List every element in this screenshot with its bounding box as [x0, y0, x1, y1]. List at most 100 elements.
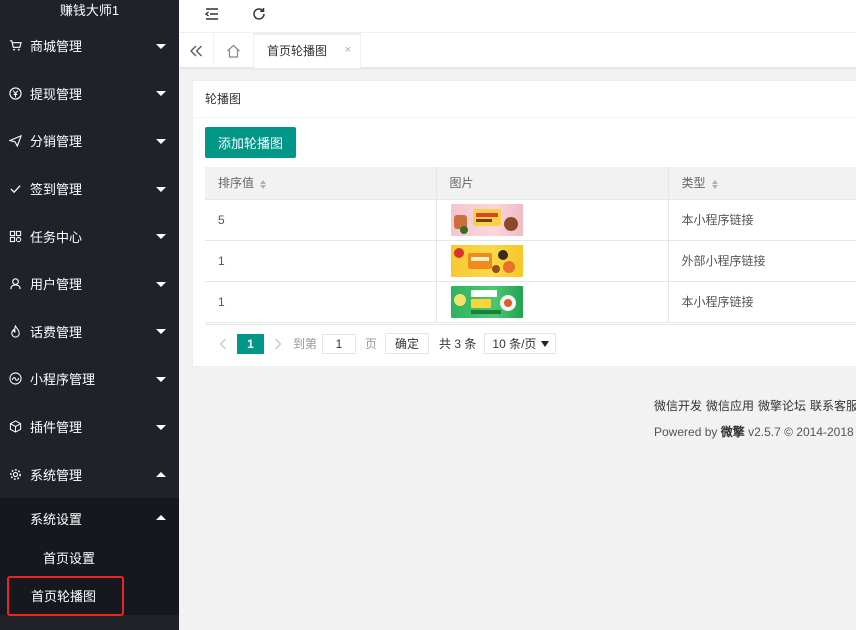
sort-cell: 1: [205, 281, 436, 323]
sidebar-item-tasks[interactable]: 任务中心: [0, 212, 179, 260]
goto-label: 到第: [293, 337, 318, 351]
cube-icon: [8, 420, 22, 434]
sidebar-item-label: 签到管理: [30, 182, 83, 198]
powered-prefix: Powered by: [654, 425, 718, 439]
chevron-down-icon: [156, 43, 166, 49]
sidebar-item-label: 首页轮播图: [31, 589, 97, 605]
table-row: 1 外部小程序链接: [205, 240, 856, 282]
tab-label: 首页轮播图: [267, 44, 328, 58]
chevron-down-icon: [156, 329, 166, 335]
chevron-up-icon: [156, 472, 166, 478]
column-header-image: 图片: [435, 167, 668, 200]
type-cell: 本小程序链接: [667, 199, 856, 241]
column-label: 图片: [449, 176, 474, 191]
refresh-icon[interactable]: [250, 5, 268, 23]
sidebar-item-plugins[interactable]: 插件管理: [0, 403, 179, 451]
user-icon: [8, 277, 22, 291]
sort-cell: 1: [205, 240, 436, 282]
sidebar-item-mall[interactable]: 商城管理: [0, 22, 179, 70]
cart-icon: [8, 39, 22, 53]
grid-icon: [8, 229, 22, 243]
tab-home-carousel[interactable]: 首页轮播图 ×: [253, 33, 361, 68]
column-label: 排序值: [218, 176, 255, 191]
type-cell: 本小程序链接: [667, 281, 856, 323]
image-cell: [435, 281, 668, 323]
check-icon: [8, 182, 22, 196]
page-size-select[interactable]: 10 条/页: [484, 333, 557, 354]
image-cell: [435, 199, 668, 241]
chevron-down-icon: [156, 138, 166, 144]
footer-link[interactable]: 联系客服: [810, 399, 856, 413]
brand-name[interactable]: 微擎: [721, 425, 745, 439]
app-logo-text: 赚钱大师1: [59, 3, 120, 18]
highlight-box: 首页轮播图: [7, 575, 124, 616]
version-text: v2.5.7 © 2014-2018: [748, 425, 854, 439]
footer-copyright: Powered by 微擎 v2.5.7 © 2014-2018: [654, 423, 854, 440]
sidebar-item-label: 话费管理: [30, 324, 83, 340]
sidebar-item-home-settings[interactable]: 首页设置: [0, 539, 179, 577]
sidebar-item-system-settings[interactable]: 系统设置: [0, 498, 179, 539]
miniapp-icon: [8, 372, 22, 386]
sidebar: 赚钱大师1 商城管理 提现管理 分销管理 签到管理 任务中心 用户管理 话费管理…: [0, 0, 179, 630]
close-icon[interactable]: ×: [345, 44, 351, 56]
gear-icon: [8, 467, 22, 481]
sidebar-item-phone-credit[interactable]: 话费管理: [0, 308, 179, 356]
sidebar-item-distribution[interactable]: 分销管理: [0, 117, 179, 165]
double-chevron-left-icon: [189, 45, 202, 56]
carousel-card: 轮播图 添加轮播图 排序值 图片 类型 5 本小程序链接 1 外部小程序链接 1…: [192, 80, 856, 367]
table-row: 5 本小程序链接: [205, 199, 856, 241]
menu-fold-icon[interactable]: [203, 5, 221, 23]
home-icon: [227, 44, 240, 58]
pagination: 1 到第 页 确定 共 3 条 10 条/页: [205, 324, 856, 362]
column-label: 类型: [681, 176, 706, 191]
sidebar-item-checkin[interactable]: 签到管理: [0, 165, 179, 213]
submenu-label: 系统设置: [30, 511, 83, 527]
sidebar-item-label: 系统管理: [30, 467, 83, 483]
chevron-down-icon: [156, 91, 166, 97]
sidebar-item-label: 提现管理: [30, 86, 83, 102]
current-page[interactable]: 1: [237, 333, 264, 354]
home-tab[interactable]: [214, 33, 253, 68]
sort-icon[interactable]: [711, 179, 719, 189]
add-carousel-button[interactable]: 添加轮播图: [205, 127, 296, 158]
footer-link[interactable]: 微擎论坛: [758, 399, 806, 413]
sidebar-item-system[interactable]: 系统管理: [0, 450, 179, 498]
footer-link[interactable]: 微信应用: [706, 399, 754, 413]
tab-bar: 首页轮播图 ×: [179, 33, 856, 68]
top-header: [179, 0, 856, 33]
column-header-sort[interactable]: 排序值: [205, 167, 436, 200]
banner-thumbnail[interactable]: [450, 285, 523, 318]
carousel-table: 排序值 图片 类型 5 本小程序链接 1 外部小程序链接 1 本小程序链接: [205, 167, 856, 323]
table-header-row: 排序值 图片 类型: [205, 167, 856, 200]
column-header-type[interactable]: 类型: [667, 167, 856, 200]
sidebar-item-label: 商城管理: [30, 39, 83, 55]
fire-icon: [8, 324, 22, 338]
table-row: 1 本小程序链接: [205, 281, 856, 323]
send-icon: [8, 134, 22, 148]
total-count: 共 3 条: [439, 337, 477, 351]
chevron-down-icon: [156, 186, 166, 192]
sort-cell: 5: [205, 199, 436, 241]
sidebar-item-label: 插件管理: [30, 420, 83, 436]
confirm-button[interactable]: 确定: [385, 333, 430, 354]
sidebar-item-home-carousel[interactable]: 首页轮播图: [0, 575, 179, 616]
sort-icon[interactable]: [260, 179, 267, 189]
footer-links: 微信开发 微信应用 微擎论坛 联系客服: [654, 397, 856, 414]
sidebar-item-withdraw[interactable]: 提现管理: [0, 70, 179, 118]
footer-link[interactable]: 微信开发: [654, 399, 702, 413]
chevron-down-icon: [156, 281, 166, 287]
chevron-down-icon: [156, 376, 166, 382]
type-cell: 外部小程序链接: [667, 240, 856, 282]
tabs-scroll-left-button[interactable]: [179, 33, 214, 68]
next-page-icon[interactable]: [268, 334, 288, 354]
page-size-value: 10 条/页: [492, 337, 537, 351]
banner-thumbnail[interactable]: [450, 244, 523, 277]
chevron-down-icon: [156, 424, 166, 430]
sidebar-item-miniapp[interactable]: 小程序管理: [0, 355, 179, 403]
prev-page-icon[interactable]: [213, 334, 233, 354]
sidebar-item-label: 分销管理: [30, 134, 83, 150]
banner-thumbnail[interactable]: [450, 203, 523, 236]
chevron-up-icon: [156, 515, 166, 521]
page-number-input[interactable]: [322, 333, 357, 354]
sidebar-item-users[interactable]: 用户管理: [0, 260, 179, 308]
